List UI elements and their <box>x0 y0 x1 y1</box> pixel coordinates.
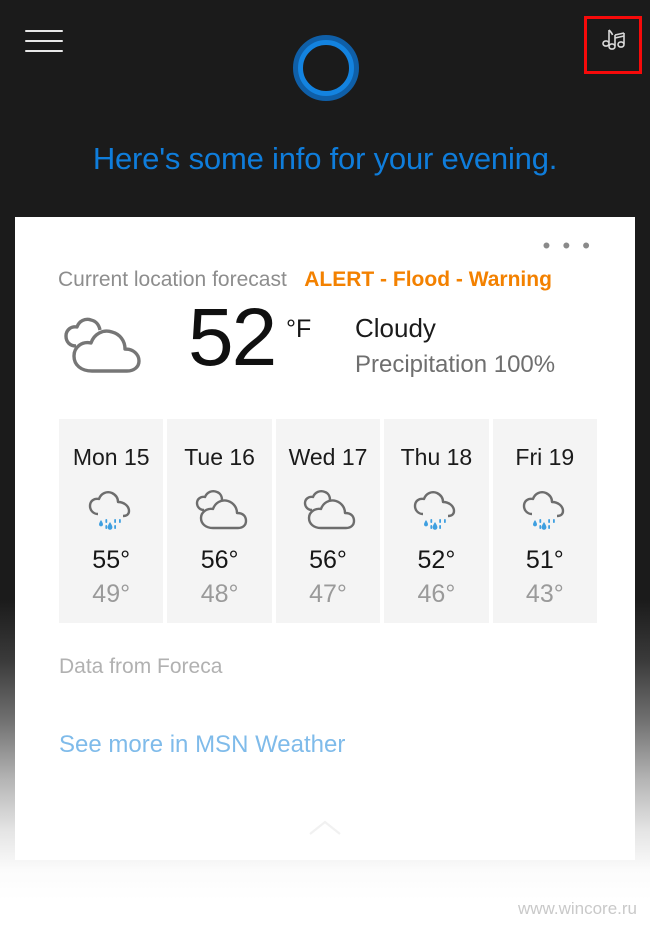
forecast-header: Current location forecast ALERT - Flood … <box>58 268 552 292</box>
cloudy-icon <box>60 315 146 384</box>
forecast-low-temp: 43° <box>493 580 597 609</box>
forecast-day-name: Wed 17 <box>276 444 380 471</box>
forecast-day-name: Tue 16 <box>167 444 271 471</box>
forecast-high-temp: 55° <box>59 546 163 575</box>
current-condition-label: Cloudy <box>355 313 436 344</box>
rain-icon <box>384 484 488 540</box>
greeting-text: Here's some info for your evening. <box>0 141 650 177</box>
cortana-ring-icon[interactable] <box>293 35 359 101</box>
current-temperature: 52 <box>188 297 275 379</box>
forecast-day-name: Mon 15 <box>59 444 163 471</box>
forecast-high-temp: 56° <box>167 546 271 575</box>
collapse-button[interactable] <box>15 800 635 860</box>
hamburger-icon[interactable] <box>25 30 63 58</box>
forecast-day-tile[interactable]: Fri 19 <box>493 419 597 623</box>
forecast-day-tile[interactable]: Tue 16 56° 48° <box>167 419 271 623</box>
weather-alert-badge[interactable]: ALERT - Flood - Warning <box>304 268 552 291</box>
forecast-day-name: Fri 19 <box>493 444 597 471</box>
music-button[interactable] <box>584 16 642 74</box>
forecast-high-temp: 51° <box>493 546 597 575</box>
hamburger-line <box>25 30 63 32</box>
forecast-day-tile[interactable]: Mon 15 <box>59 419 163 623</box>
chevron-up-icon <box>308 819 342 842</box>
rain-icon <box>59 484 163 540</box>
watermark-text: www.wincore.ru <box>518 899 637 919</box>
cloudy-icon <box>276 484 380 540</box>
music-note-icon <box>598 27 628 60</box>
forecast-day-tile[interactable]: Thu 18 <box>384 419 488 623</box>
data-source-label: Data from Foreca <box>59 655 222 679</box>
forecast-high-temp: 52° <box>384 546 488 575</box>
forecast-location-label: Current location forecast <box>58 268 287 291</box>
forecast-low-temp: 47° <box>276 580 380 609</box>
see-more-link[interactable]: See more in MSN Weather <box>59 731 345 759</box>
app-header: Here's some info for your evening. <box>0 0 650 217</box>
hamburger-line <box>25 40 63 42</box>
five-day-forecast: Mon 15 <box>59 419 597 623</box>
cloudy-icon <box>167 484 271 540</box>
music-note-glyph <box>598 27 628 55</box>
forecast-low-temp: 46° <box>384 580 488 609</box>
weather-card: • • • Current location forecast ALERT - … <box>15 217 635 836</box>
forecast-day-name: Thu 18 <box>384 444 488 471</box>
forecast-high-temp: 56° <box>276 546 380 575</box>
cortana-window: Here's some info for your evening. • • •… <box>0 0 650 931</box>
forecast-low-temp: 48° <box>167 580 271 609</box>
precipitation-label: Precipitation 100% <box>355 351 555 379</box>
rain-icon <box>493 484 597 540</box>
forecast-day-tile[interactable]: Wed 17 56° 47° <box>276 419 380 623</box>
forecast-low-temp: 49° <box>59 580 163 609</box>
temperature-unit: °F <box>286 315 311 344</box>
hamburger-line <box>25 50 63 52</box>
current-conditions: 52 °F Cloudy Precipitation 100% <box>58 307 598 397</box>
card-overflow-menu-button[interactable]: • • • <box>543 235 593 257</box>
